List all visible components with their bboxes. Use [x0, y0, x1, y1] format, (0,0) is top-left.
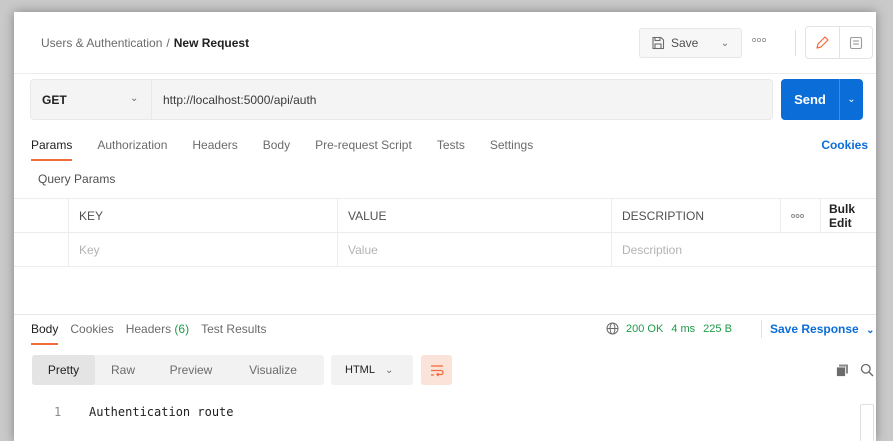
- tab-headers[interactable]: Headers: [192, 138, 237, 162]
- document-icon: [849, 36, 862, 49]
- response-body-editor[interactable]: 1 Authentication route: [14, 396, 876, 441]
- edit-mode-button[interactable]: [806, 27, 840, 58]
- documentation-mode-button[interactable]: [840, 27, 873, 58]
- globe-icon[interactable]: [606, 322, 619, 335]
- view-preview[interactable]: Preview: [151, 355, 231, 385]
- line-number: 1: [54, 405, 62, 419]
- request-header: Users & Authentication / New Request Save …: [14, 12, 876, 74]
- request-tabs: Params Authorization Headers Body Pre-re…: [31, 138, 558, 162]
- tab-params[interactable]: Params: [31, 138, 73, 162]
- headers-count-badge: (6): [174, 322, 190, 336]
- send-options-chevron-down-icon[interactable]: ⌄: [839, 79, 863, 120]
- method-value: GET: [42, 92, 67, 107]
- save-button[interactable]: Save: [640, 29, 710, 57]
- more-dots-icon[interactable]: [751, 34, 767, 46]
- breadcrumb: Users & Authentication / New Request: [41, 36, 249, 50]
- tab-authorization[interactable]: Authorization: [97, 138, 167, 162]
- save-options-chevron-down-icon[interactable]: ⌄: [710, 29, 740, 57]
- breadcrumb-separator: /: [166, 36, 170, 50]
- cookies-link[interactable]: Cookies: [821, 138, 868, 152]
- save-label: Save: [671, 36, 699, 50]
- postman-request-window: Users & Authentication / New Request Save …: [14, 12, 876, 441]
- breadcrumb-collection[interactable]: Users & Authentication: [41, 36, 162, 50]
- tab-settings[interactable]: Settings: [490, 138, 533, 162]
- column-options-more-dots-icon[interactable]: [780, 199, 820, 232]
- column-description: DESCRIPTION: [611, 199, 780, 232]
- headers-label: Headers: [125, 322, 172, 336]
- column-key: KEY: [68, 199, 337, 232]
- tab-response-body[interactable]: Body: [31, 322, 59, 346]
- method-select[interactable]: GET ⌄: [30, 79, 151, 120]
- view-mode-tabs: Pretty Raw Preview Visualize: [32, 355, 324, 385]
- table-header-row: KEY VALUE DESCRIPTION Bulk Edit: [14, 199, 876, 233]
- query-params-title: Query Params: [38, 172, 116, 186]
- wrap-lines-icon: [430, 364, 444, 376]
- column-value: VALUE: [337, 199, 611, 232]
- query-params-table: KEY VALUE DESCRIPTION Bulk Edit Key Valu…: [14, 198, 876, 267]
- code-line: Authentication route: [89, 405, 234, 419]
- tab-response-headers[interactable]: Headers (6): [126, 322, 189, 346]
- save-response-label: Save Response: [770, 322, 859, 336]
- mode-toggle: [805, 26, 873, 59]
- save-response-button[interactable]: Save Response ⌄: [770, 322, 874, 336]
- copy-icon[interactable]: [836, 364, 849, 377]
- pencil-icon: [816, 35, 829, 49]
- response-status: 200 OK 4 ms 225 B: [626, 323, 740, 335]
- bulk-edit-button[interactable]: Bulk Edit: [820, 199, 876, 232]
- breadcrumb-request-name[interactable]: New Request: [174, 36, 249, 50]
- header-divider: [795, 30, 796, 56]
- response-tabs: Body Cookies Headers (6) Test Results: [31, 322, 278, 346]
- response-divider[interactable]: [14, 314, 876, 315]
- tab-test-results[interactable]: Test Results: [201, 322, 266, 346]
- save-button-group: Save ⌄: [639, 28, 742, 58]
- description-input[interactable]: Description: [611, 233, 876, 266]
- tab-body[interactable]: Body: [263, 138, 290, 162]
- response-time[interactable]: 4 ms: [671, 323, 695, 335]
- chevron-down-icon: ⌄: [866, 325, 875, 336]
- value-input[interactable]: Value: [337, 233, 611, 266]
- chevron-down-icon: ⌄: [384, 364, 394, 376]
- chevron-down-icon: ⌄: [130, 93, 139, 104]
- send-button[interactable]: Send: [781, 79, 839, 120]
- language-select[interactable]: HTML ⌄: [331, 355, 413, 385]
- tab-pre-request-script[interactable]: Pre-request Script: [315, 138, 412, 162]
- editor-scrollbar[interactable]: [860, 404, 874, 441]
- view-visualize[interactable]: Visualize: [231, 355, 315, 385]
- view-pretty[interactable]: Pretty: [32, 355, 95, 385]
- send-button-group: Send ⌄: [781, 79, 863, 120]
- table-row: Key Value Description: [14, 233, 876, 267]
- tab-tests[interactable]: Tests: [437, 138, 465, 162]
- url-input[interactable]: http://localhost:5000/api/auth: [151, 79, 773, 120]
- tab-response-cookies[interactable]: Cookies: [70, 322, 113, 346]
- language-value: HTML: [345, 364, 375, 376]
- wrap-lines-button[interactable]: [421, 355, 452, 385]
- status-divider: [761, 320, 762, 338]
- status-code[interactable]: 200 OK: [626, 323, 663, 335]
- response-size[interactable]: 225 B: [703, 323, 732, 335]
- view-raw[interactable]: Raw: [95, 355, 151, 385]
- key-input[interactable]: Key: [68, 233, 337, 266]
- search-icon[interactable]: [860, 363, 874, 377]
- floppy-disk-icon: [652, 36, 665, 50]
